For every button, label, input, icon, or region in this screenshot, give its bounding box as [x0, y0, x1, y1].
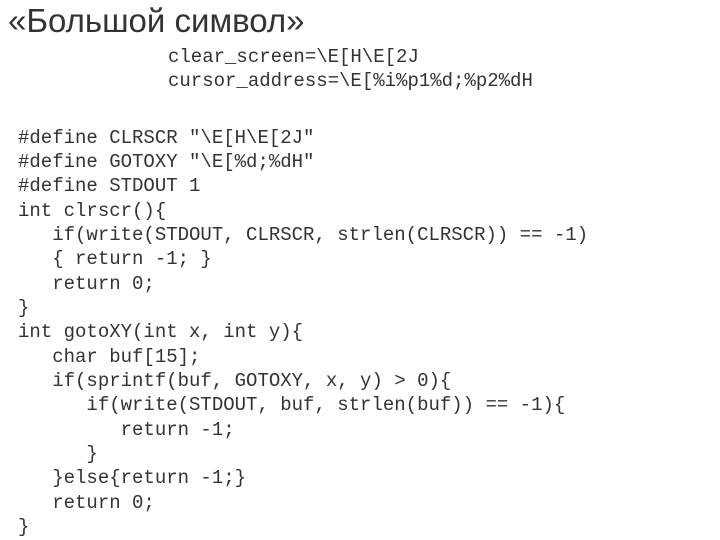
code-block: #define CLRSCR "\E[H\E[2J" #define GOTOX… — [0, 102, 720, 540]
code-line: if(write(STDOUT, CLRSCR, strlen(CLRSCR))… — [18, 224, 588, 246]
code-line: char buf[15]; — [18, 346, 200, 368]
slide-title: «Большой символ» — [0, 0, 720, 46]
code-line: } — [18, 297, 29, 319]
terminfo-block: clear_screen=\E[H\E[2J cursor_address=\E… — [0, 46, 720, 94]
code-line: if(sprintf(buf, GOTOXY, x, y) > 0){ — [18, 370, 451, 392]
code-line: { return -1; } — [18, 248, 212, 270]
code-line: #define GOTOXY "\E[%d;%dH" — [18, 151, 314, 173]
code-line: return 0; — [18, 273, 155, 295]
code-line: #define STDOUT 1 — [18, 175, 200, 197]
code-line: }else{return -1;} — [18, 467, 246, 489]
code-line: return 0; — [18, 492, 155, 514]
code-line: return -1; — [18, 419, 235, 441]
code-line: #define CLRSCR "\E[H\E[2J" — [18, 127, 314, 149]
terminfo-line-1: clear_screen=\E[H\E[2J — [168, 46, 720, 70]
code-line: int gotoXY(int x, int y){ — [18, 321, 303, 343]
terminfo-line-2: cursor_address=\E[%i%p1%d;%p2%dH — [168, 70, 720, 94]
code-line: } — [18, 443, 98, 465]
code-line: int clrscr(){ — [18, 200, 166, 222]
code-line: } — [18, 516, 29, 538]
code-line: if(write(STDOUT, buf, strlen(buf)) == -1… — [18, 394, 565, 416]
